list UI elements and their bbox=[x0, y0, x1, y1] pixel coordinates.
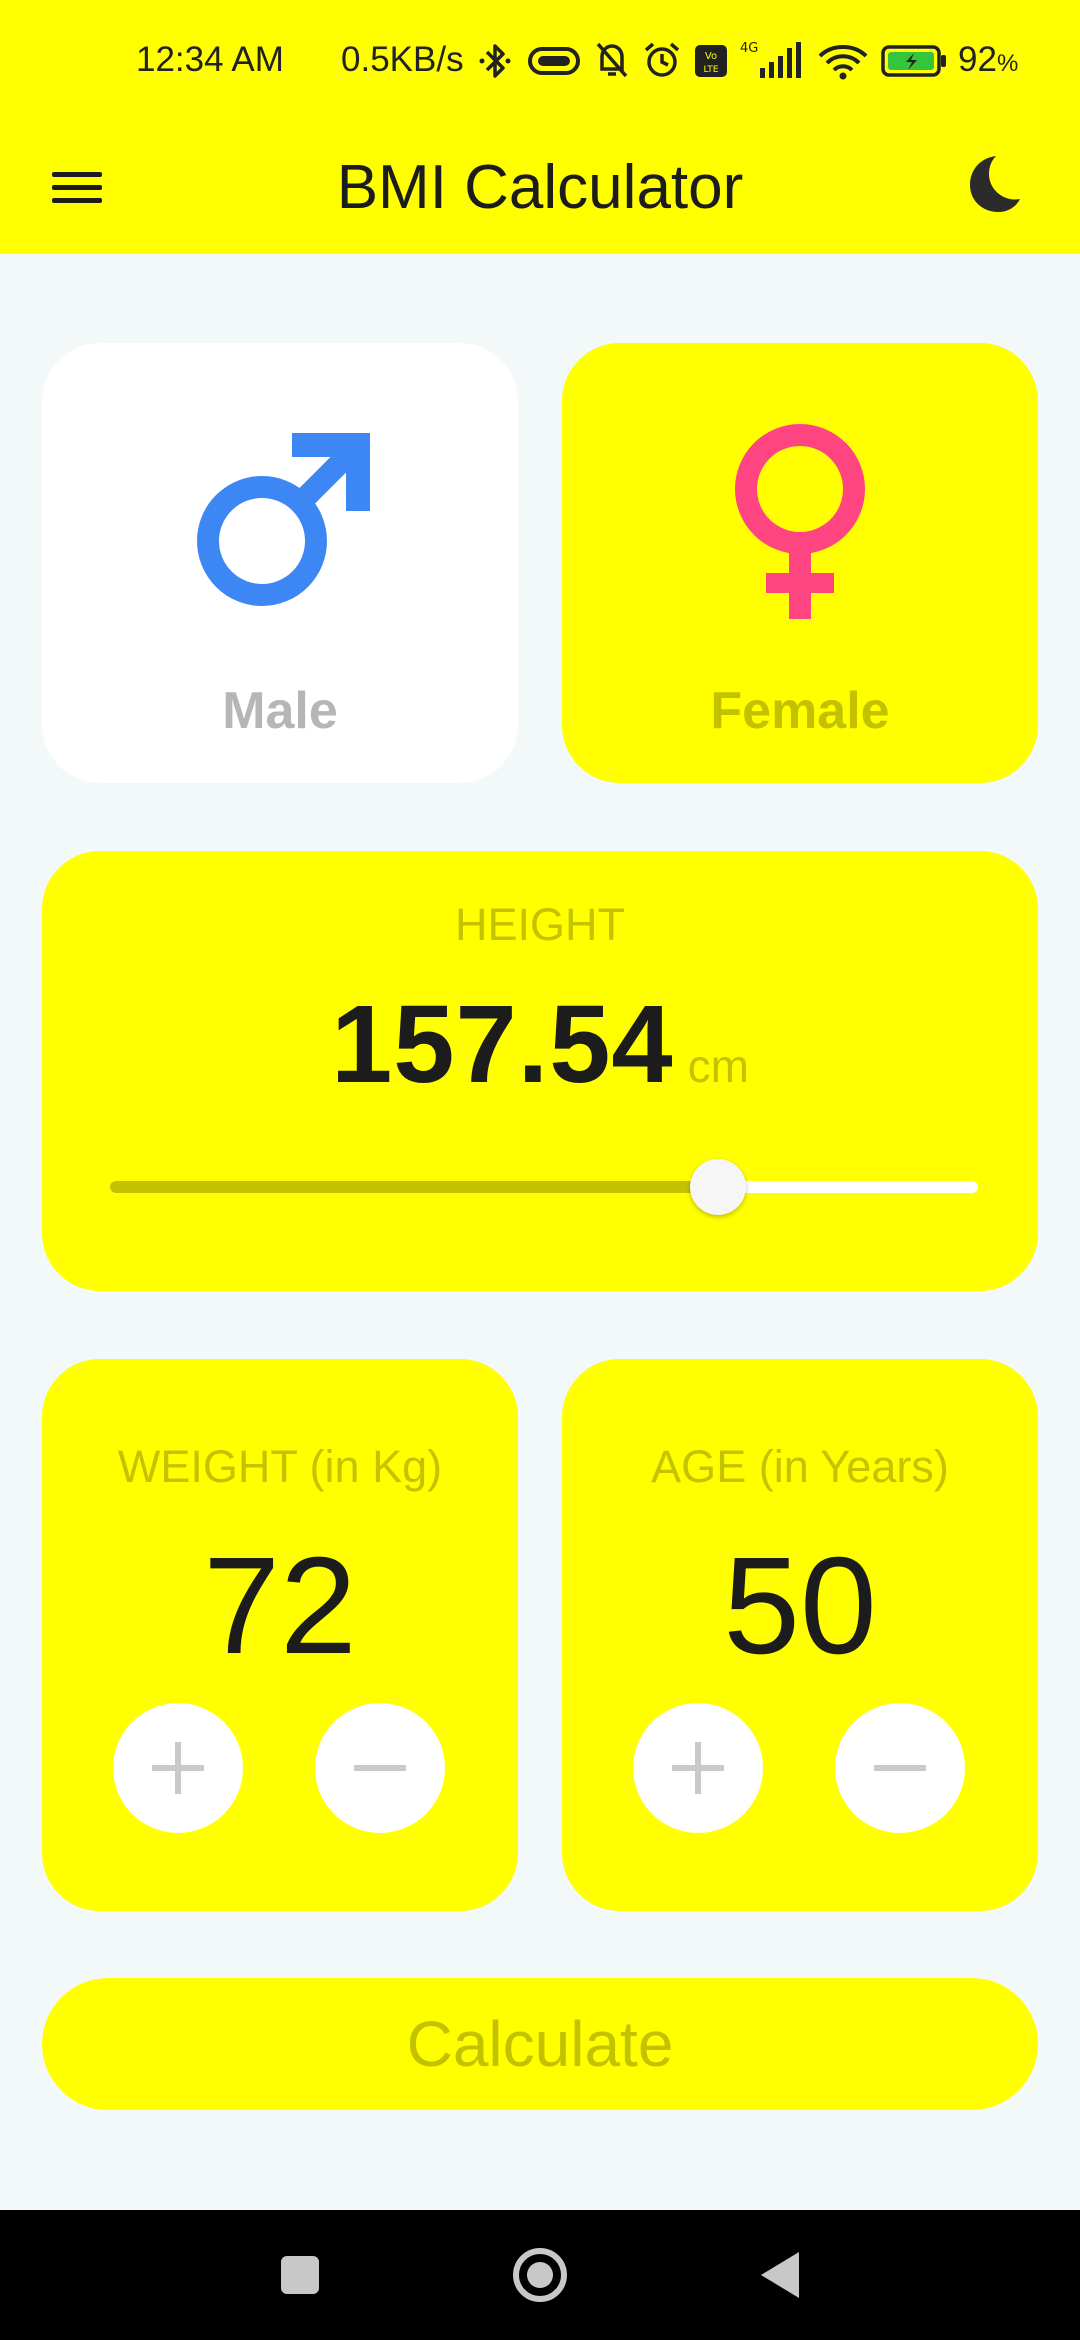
age-card: AGE (in Years) 50 bbox=[562, 1359, 1038, 1911]
navigation-bar bbox=[0, 2210, 1080, 2340]
height-label: HEIGHT bbox=[454, 899, 625, 950]
height-unit: cm bbox=[687, 1040, 749, 1092]
vibrate-icon bbox=[528, 47, 580, 75]
svg-text:LTE: LTE bbox=[704, 65, 719, 75]
female-symbol-icon bbox=[735, 424, 865, 619]
signal-4g-icon: 4G bbox=[740, 41, 801, 78]
alarm-icon bbox=[644, 42, 680, 77]
weight-value: 72 bbox=[203, 1529, 357, 1683]
bluetooth-icon bbox=[479, 44, 511, 78]
recents-square-icon[interactable] bbox=[257, 2232, 343, 2318]
plus-icon bbox=[152, 1742, 204, 1794]
height-readout: 157.54 cm bbox=[42, 981, 1038, 1108]
height-slider[interactable] bbox=[110, 1159, 978, 1215]
calculate-button[interactable]: Calculate bbox=[42, 1978, 1038, 2110]
app-bar: BMI Calculator bbox=[0, 124, 1080, 254]
status-bar: 12:34 AM 0.5KB/s Vo LTE 4G 92% bbox=[0, 0, 1080, 124]
weight-increment-button[interactable] bbox=[113, 1703, 243, 1833]
svg-text:Vo: Vo bbox=[705, 51, 717, 62]
weight-label: WEIGHT (in Kg) bbox=[117, 1441, 443, 1492]
height-value: 157.54 bbox=[331, 983, 674, 1106]
svg-text:4G: 4G bbox=[740, 41, 758, 56]
age-value: 50 bbox=[723, 1529, 877, 1683]
height-slider-thumb[interactable] bbox=[689, 1159, 746, 1215]
back-triangle-icon[interactable] bbox=[737, 2232, 823, 2318]
top-bar: 12:34 AM 0.5KB/s Vo LTE 4G 92% BMI Calcu… bbox=[0, 0, 1080, 254]
status-time: 12:34 AM bbox=[136, 40, 284, 79]
female-card[interactable]: Female bbox=[562, 343, 1038, 783]
mute-icon bbox=[596, 42, 628, 78]
age-label: AGE (in Years) bbox=[651, 1441, 949, 1492]
battery-icon bbox=[881, 45, 946, 77]
male-label: Male bbox=[222, 682, 338, 740]
height-card: HEIGHT 157.54 cm bbox=[42, 851, 1038, 1291]
female-label: Female bbox=[710, 682, 890, 740]
height-slider-fill bbox=[110, 1181, 718, 1193]
age-decrement-button[interactable] bbox=[835, 1703, 965, 1833]
male-symbol-icon bbox=[197, 433, 370, 606]
app-title: BMI Calculator bbox=[336, 153, 744, 222]
volte-icon: Vo LTE bbox=[695, 45, 727, 77]
weight-card: WEIGHT (in Kg) 72 bbox=[42, 1359, 518, 1911]
male-card[interactable]: Male bbox=[42, 343, 518, 783]
moon-icon[interactable] bbox=[952, 144, 1032, 224]
wifi-icon bbox=[818, 45, 868, 80]
status-battery-percent: 92% bbox=[958, 40, 1019, 79]
weight-decrement-button[interactable] bbox=[315, 1703, 445, 1833]
status-net-speed: 0.5KB/s bbox=[341, 40, 464, 79]
plus-icon bbox=[672, 1742, 724, 1794]
home-circle-icon[interactable] bbox=[497, 2232, 583, 2318]
age-increment-button[interactable] bbox=[633, 1703, 763, 1833]
minus-icon bbox=[874, 1765, 926, 1771]
minus-icon bbox=[354, 1765, 406, 1771]
